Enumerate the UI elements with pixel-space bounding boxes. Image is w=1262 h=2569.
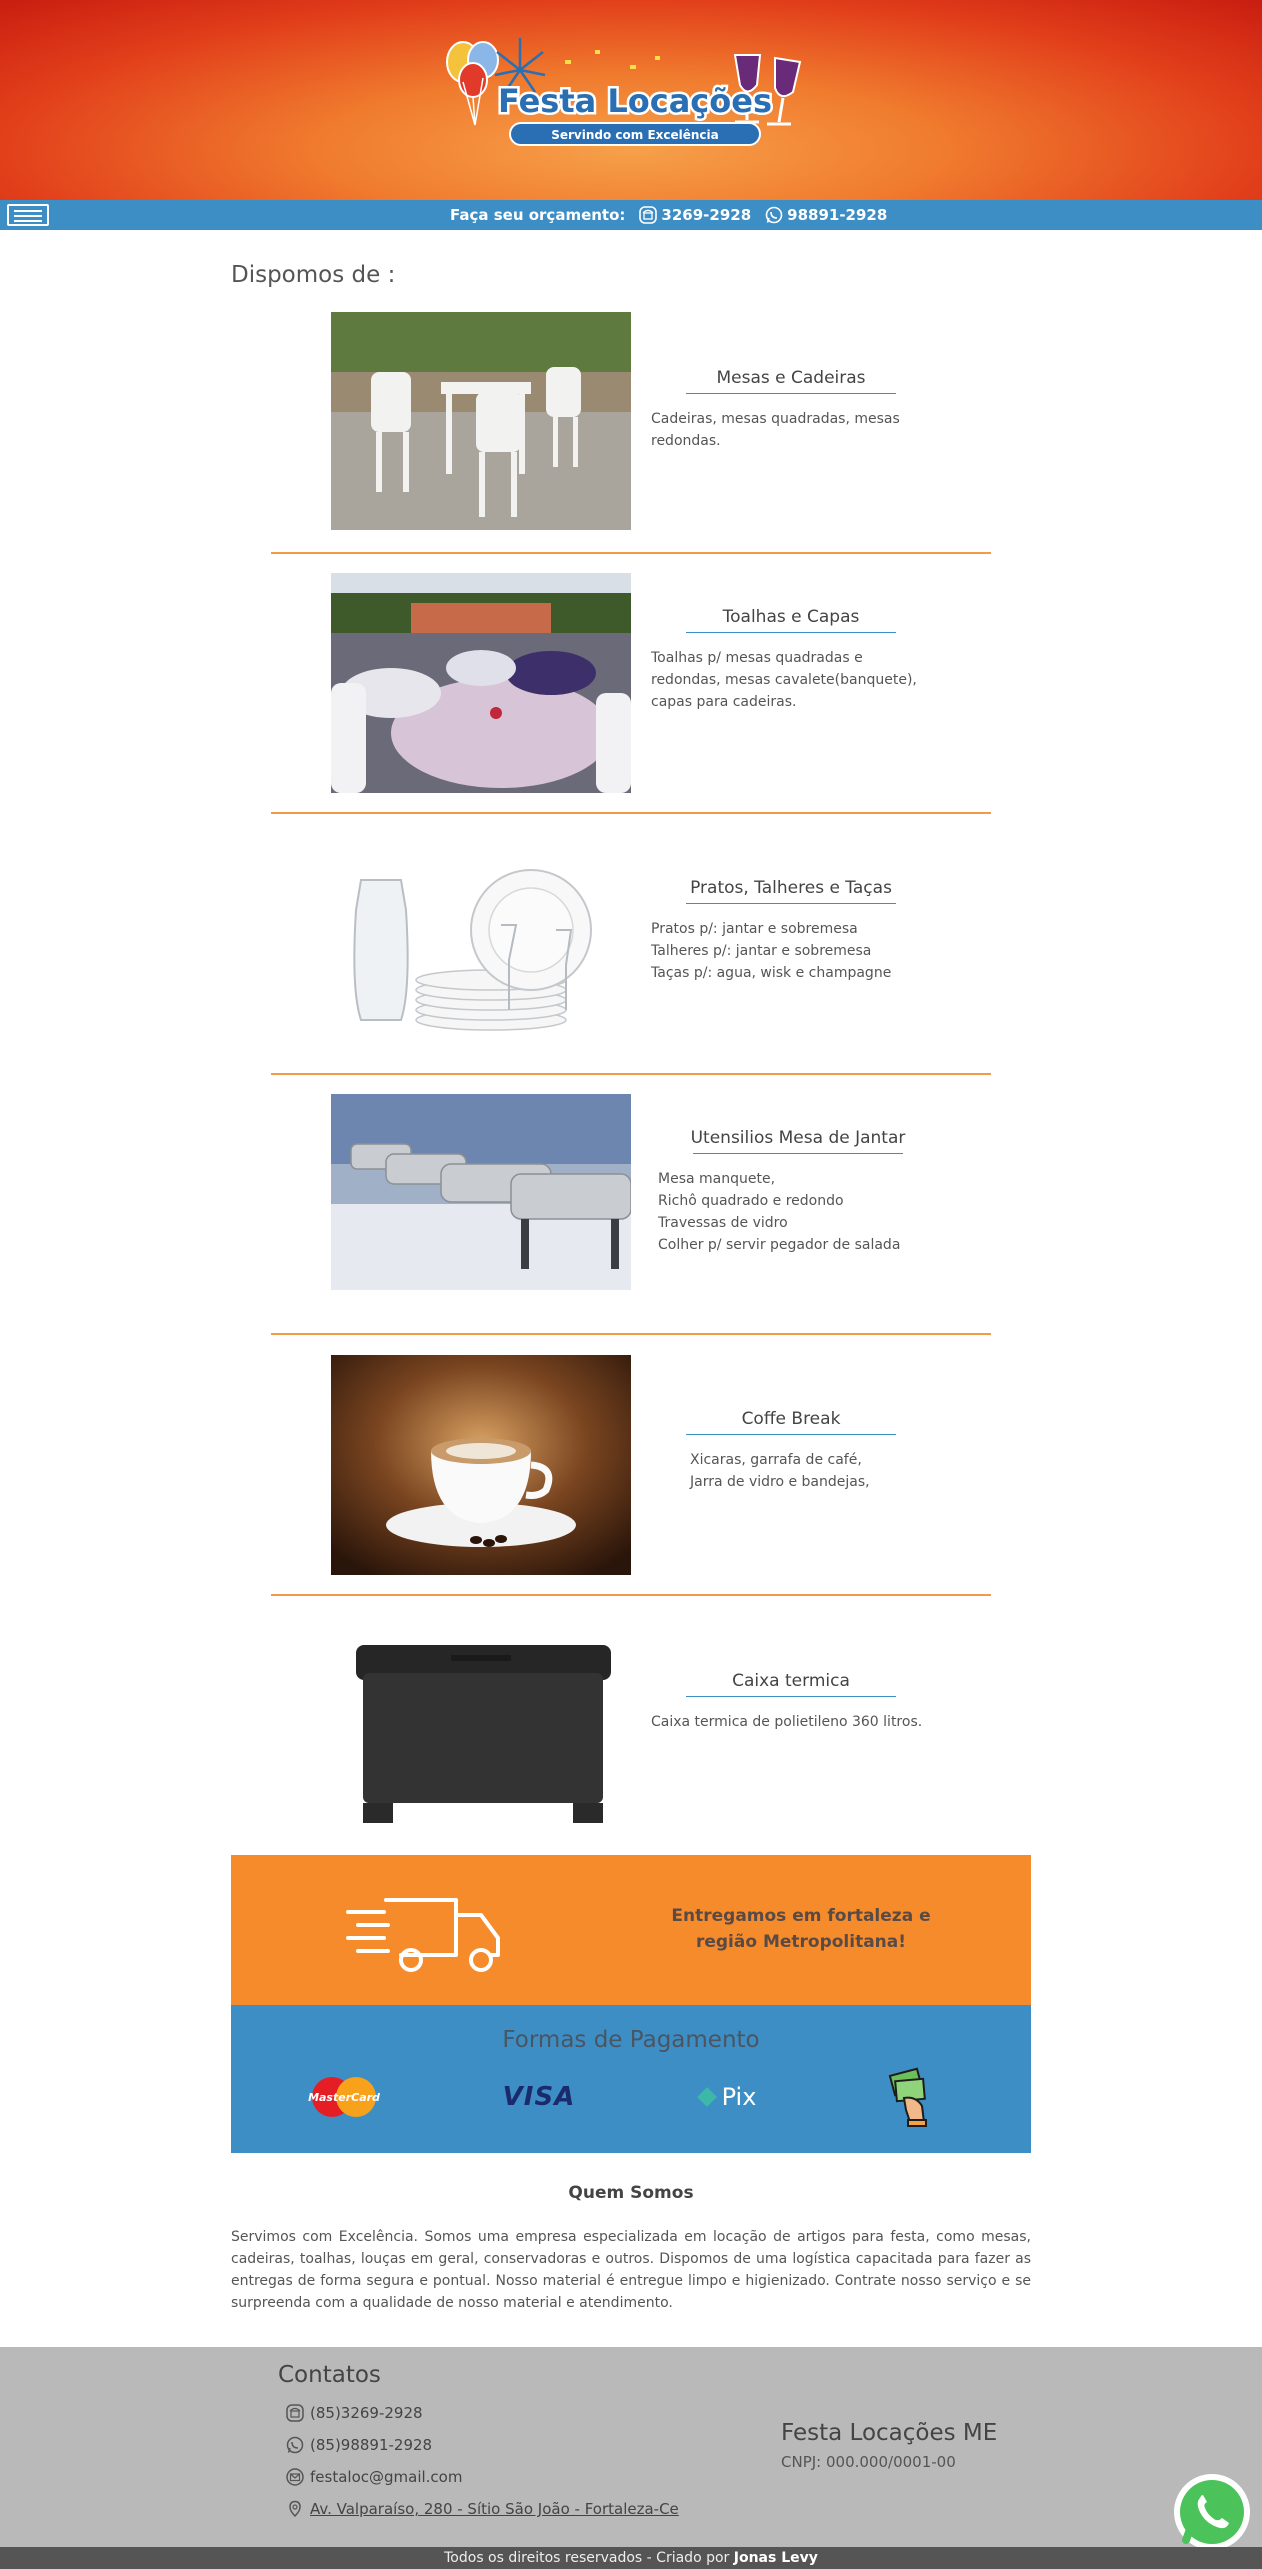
phone-icon	[286, 2404, 304, 2422]
product-coffe-break: Coffe Break Xicaras, garrafa de café, Ja…	[331, 1355, 931, 1575]
visa-logo: VISA	[499, 2067, 579, 2127]
contact-phone-2[interactable]: (85)98891-2928	[286, 2436, 432, 2454]
tables-chairs-image	[331, 312, 631, 530]
company-cnpj: CNPJ: 000.000/0001-00	[781, 2453, 956, 2471]
chafing-dishes-image	[331, 1094, 631, 1290]
phone-number-2: 98891-2928	[787, 206, 888, 224]
product-utensilios: Utensilios Mesa de Jantar Mesa manquete,…	[331, 1094, 931, 1290]
quote-bar: Faça seu orçamento: 3269-2928 98891-2928	[450, 200, 901, 230]
pix-logo: Pix	[686, 2067, 766, 2127]
phone-link-1[interactable]: 3269-2928	[639, 206, 751, 224]
product-text: Toalhas e Capas Toalhas p/ mesas quadrad…	[651, 607, 931, 713]
contact-address-text: Av. Valparaíso, 280 - Sítio São João - F…	[310, 2500, 679, 2518]
about-text: Servimos com Excelência. Somos uma empre…	[231, 2229, 1031, 2311]
product-title: Mesas e Cadeiras	[651, 368, 931, 394]
payment-title: Formas de Pagamento	[502, 2027, 760, 2053]
whatsapp-icon	[286, 2436, 304, 2454]
divider	[271, 1333, 991, 1335]
delivery-truck-icon	[346, 1898, 500, 1972]
whatsapp-icon	[765, 206, 783, 224]
section-title: Dispomos de :	[231, 262, 396, 288]
pix-icon	[696, 2087, 717, 2107]
visa-label: VISA	[502, 2082, 576, 2112]
contact-phone-1-text: (85)3269-2928	[310, 2404, 423, 2422]
phone-link-2[interactable]: 98891-2928	[765, 206, 887, 224]
product-description: Xicaras, garrafa de café, Jarra de vidro…	[690, 1452, 870, 1490]
contact-phone-2-text: (85)98891-2928	[310, 2436, 433, 2454]
contact-phone-1[interactable]: (85)3269-2928	[286, 2404, 423, 2422]
about-title: Quem Somos	[568, 2183, 694, 2203]
product-description: Pratos p/: jantar e sobremesa Talheres p…	[651, 921, 892, 981]
product-title: Toalhas e Capas	[651, 607, 931, 633]
divider	[271, 812, 991, 814]
phone-icon	[639, 206, 658, 224]
product-text: Coffe Break Xicaras, garrafa de café, Ja…	[651, 1409, 931, 1493]
delivery-text: Entregamos em fortaleza e região Metropo…	[671, 1906, 931, 1952]
product-description: Toalhas p/ mesas quadradas e redondas, m…	[651, 650, 917, 710]
product-pratos-talheres: Pratos, Talheres e Taças Pratos p/: jant…	[331, 850, 931, 1055]
map-pin-icon	[289, 2500, 301, 2518]
copyright-bar: Todos os direitos reservados - Criado po…	[0, 2547, 1262, 2569]
product-text: Utensilios Mesa de Jantar Mesa manquete,…	[658, 1128, 938, 1256]
author-name: Jonas Levy	[733, 2550, 818, 2566]
product-text: Caixa termica Caixa termica de polietile…	[651, 1671, 931, 1733]
cash-payment-icon	[881, 2067, 941, 2127]
copyright-text: Todos os direitos reservados - Criado po…	[444, 2550, 734, 2566]
hamburger-menu-icon[interactable]	[7, 204, 49, 226]
product-caixa-termica: Caixa termica Caixa termica de polietile…	[331, 1625, 931, 1835]
contact-address-link[interactable]: Av. Valparaíso, 280 - Sítio São João - F…	[286, 2500, 679, 2518]
mastercard-logo: MasterCard	[306, 2067, 381, 2127]
contact-email-text: festaloc@gmail.com	[310, 2468, 463, 2486]
divider	[271, 1073, 991, 1075]
cooler-box-image	[331, 1625, 631, 1835]
product-text: Pratos, Talheres e Taças Pratos p/: jant…	[651, 878, 931, 984]
coffee-cup-image	[331, 1355, 631, 1575]
whatsapp-float-button[interactable]	[1172, 2472, 1252, 2552]
product-description: Mesa manquete, Richô quadrado e redondo …	[658, 1171, 901, 1253]
product-text: Mesas e Cadeiras Cadeiras, mesas quadrad…	[651, 368, 931, 452]
product-mesas-cadeiras: Mesas e Cadeiras Cadeiras, mesas quadrad…	[331, 312, 931, 530]
quote-label: Faça seu orçamento:	[450, 206, 626, 224]
contacts-title: Contatos	[278, 2362, 381, 2388]
delivery-banner: Entregamos em fortaleza e região Metropo…	[231, 1855, 1031, 2005]
dishes-image	[331, 850, 631, 1055]
product-title: Caixa termica	[651, 1671, 931, 1697]
divider	[271, 552, 991, 554]
logo-tagline: Servindo com Excelência	[551, 128, 719, 142]
product-description: Caixa termica de polietileno 360 litros.	[651, 1714, 923, 1730]
divider	[271, 1594, 991, 1596]
product-description: Cadeiras, mesas quadradas, mesas redonda…	[651, 411, 900, 449]
tablecloths-image	[331, 573, 631, 793]
product-title: Utensilios Mesa de Jantar	[658, 1128, 938, 1154]
email-icon	[286, 2468, 304, 2486]
festa-locacoes-logo[interactable]: Festa Locações Servindo com Excelência	[435, 30, 825, 160]
product-title: Pratos, Talheres e Taças	[651, 878, 931, 904]
company-name: Festa Locações ME	[781, 2420, 998, 2446]
payment-methods: Formas de Pagamento MasterCard VISA Pix	[231, 2005, 1031, 2153]
logo-title: Festa Locações	[498, 82, 772, 120]
phone-number-1: 3269-2928	[661, 206, 752, 224]
contact-email[interactable]: festaloc@gmail.com	[286, 2468, 462, 2486]
mastercard-label: MasterCard	[308, 2091, 380, 2104]
product-title: Coffe Break	[711, 1409, 871, 1435]
product-toalhas-capas: Toalhas e Capas Toalhas p/ mesas quadrad…	[331, 573, 931, 793]
pix-label: Pix	[721, 2083, 757, 2111]
